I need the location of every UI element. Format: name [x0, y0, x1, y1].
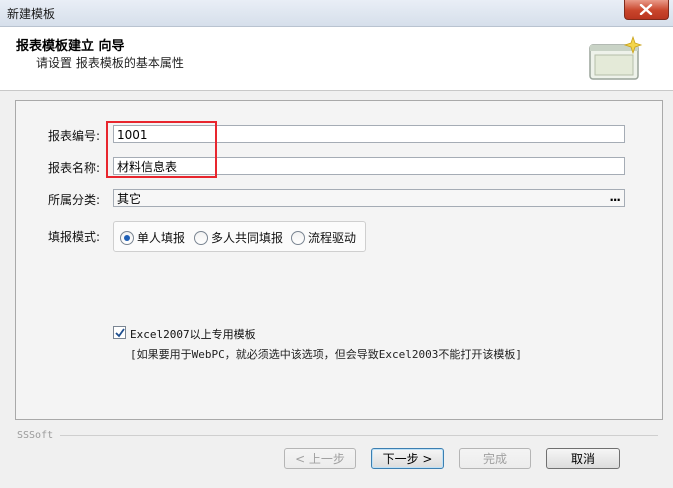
radio-workflow-label: 流程驱动 [308, 231, 357, 245]
radio-single[interactable]: 单人填报 [120, 229, 185, 245]
radio-multi-label: 多人共同填报 [211, 231, 284, 245]
category-label: 所属分类: [48, 193, 101, 207]
next-button[interactable]: 下一步 > [371, 448, 444, 469]
brand-label: SSSoft [17, 430, 54, 441]
code-label: 报表编号: [48, 129, 101, 143]
window-title: 新建模板 [7, 7, 56, 21]
radio-dot-icon [291, 230, 305, 245]
excel-option-note: [如果要用于WebPC，就必须选中该选项，但会导致Excel2003不能打开该模… [130, 348, 522, 361]
radio-dot-icon [194, 230, 208, 245]
dialog-window: 新建模板 报表模板建立 向导 请设置 报表模板的基本属性 报表编号: 1001 … [0, 0, 673, 488]
check-icon [115, 328, 125, 338]
highlight-box [106, 121, 217, 178]
excel-option-label[interactable]: Excel2007以上专用模板 [130, 326, 256, 342]
excel-checkbox[interactable] [113, 326, 126, 339]
wizard-title: 报表模板建立 向导 [16, 39, 125, 54]
prev-button[interactable]: < 上一步 [284, 448, 356, 469]
wizard-header: 报表模板建立 向导 请设置 报表模板的基本属性 [0, 27, 673, 91]
radio-dot-icon [120, 230, 134, 245]
footer-divider [60, 435, 658, 436]
category-value: 其它 [117, 192, 142, 206]
close-button[interactable] [624, 0, 669, 20]
template-window-icon [589, 35, 643, 80]
radio-single-label: 单人填报 [137, 231, 186, 245]
finish-button[interactable]: 完成 [459, 448, 531, 469]
category-field[interactable]: 其它 ... [113, 189, 625, 207]
radio-multi[interactable]: 多人共同填报 [194, 229, 283, 245]
browse-button[interactable]: ... [609, 188, 621, 206]
radio-workflow[interactable]: 流程驱动 [291, 229, 356, 245]
close-icon [639, 4, 653, 15]
wizard-subtitle: 请设置 报表模板的基本属性 [36, 56, 184, 70]
title-bar: 新建模板 [0, 0, 673, 27]
mode-radio-group: 单人填报 多人共同填报 流程驱动 [113, 221, 366, 252]
name-label: 报表名称: [48, 161, 101, 175]
mode-label: 填报模式: [48, 230, 101, 244]
cancel-button[interactable]: 取消 [546, 448, 620, 469]
